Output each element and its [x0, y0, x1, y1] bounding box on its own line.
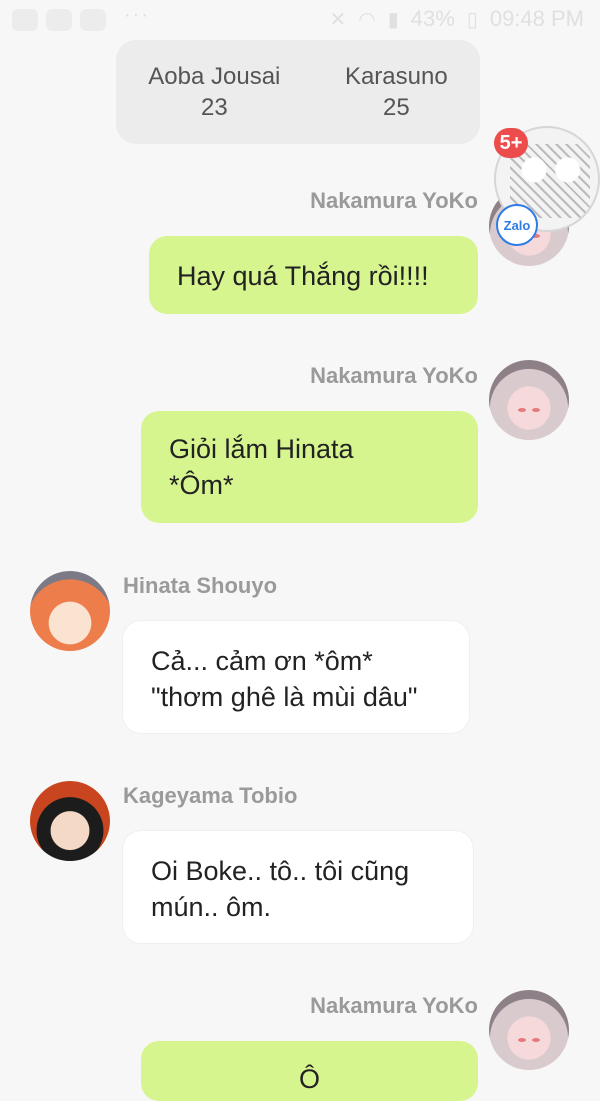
- battery-percent: 43%: [410, 6, 455, 31]
- team-name: Karasuno: [344, 63, 448, 90]
- score-card: Aoba Jousai 23 Karasuno 25: [116, 40, 480, 144]
- mute-icon: ✕: [329, 8, 347, 31]
- status-bar: ··· ✕ ◠ ▮ 43% ▯ 09:48 PM: [0, 0, 600, 40]
- wifi-icon: ◠: [358, 8, 376, 31]
- message-text: Giỏi lắm Hinata: [169, 434, 354, 464]
- sender-name: Nakamura YoKo: [310, 363, 478, 388]
- sender-name: Nakamura YoKo: [310, 993, 478, 1018]
- team-aoba-jousai: Aoba Jousai 23: [148, 61, 280, 123]
- team-score: 25: [382, 94, 410, 121]
- message-text: Ô: [298, 1064, 320, 1094]
- message-text: mún.. ôm.: [151, 892, 272, 922]
- signal-icon: ▮: [387, 8, 399, 31]
- battery-icon: ▯: [466, 8, 478, 31]
- sender-name: Nakamura YoKo: [310, 188, 478, 213]
- message-text: Cả... cảm ơn *ôm*: [151, 646, 373, 676]
- zalo-icon: Zalo: [496, 204, 538, 246]
- team-name: Aoba Jousai: [148, 63, 281, 90]
- avatar[interactable]: [489, 990, 569, 1070]
- avatar[interactable]: [30, 781, 110, 861]
- team-score: 23: [200, 94, 228, 121]
- message-text: Hay quá Thắng rồi!!!!: [177, 261, 429, 291]
- message-bubble[interactable]: Hay quá Thắng rồi!!!!: [149, 236, 478, 314]
- notification-app-icon: [80, 9, 106, 31]
- unread-badge: 5+: [494, 128, 528, 158]
- team-karasuno: Karasuno 25: [345, 61, 448, 123]
- notification-app-icon: [46, 9, 72, 31]
- message-bubble[interactable]: Oi Boke.. tô.. tôi cũng mún.. ôm.: [123, 831, 473, 943]
- message-text: Oi Boke.. tô.. tôi cũng: [151, 856, 410, 886]
- message-bubble[interactable]: Ô: [141, 1041, 478, 1101]
- message-text: "thơm ghê là mùi dâu": [151, 682, 418, 712]
- message-bubble[interactable]: Cả... cảm ơn *ôm* "thơm ghê là mùi dâu": [123, 621, 469, 733]
- more-notifications-icon: ···: [124, 4, 150, 26]
- clock: 09:48 PM: [489, 6, 584, 31]
- message-text: *Ôm*: [169, 470, 234, 500]
- avatar[interactable]: [30, 571, 110, 651]
- notification-app-icon: [12, 9, 38, 31]
- avatar[interactable]: [489, 360, 569, 440]
- sender-name: Hinata Shouyo: [123, 573, 278, 598]
- message-bubble[interactable]: Giỏi lắm Hinata *Ôm*: [141, 411, 478, 523]
- sender-name: Kageyama Tobio: [123, 783, 298, 808]
